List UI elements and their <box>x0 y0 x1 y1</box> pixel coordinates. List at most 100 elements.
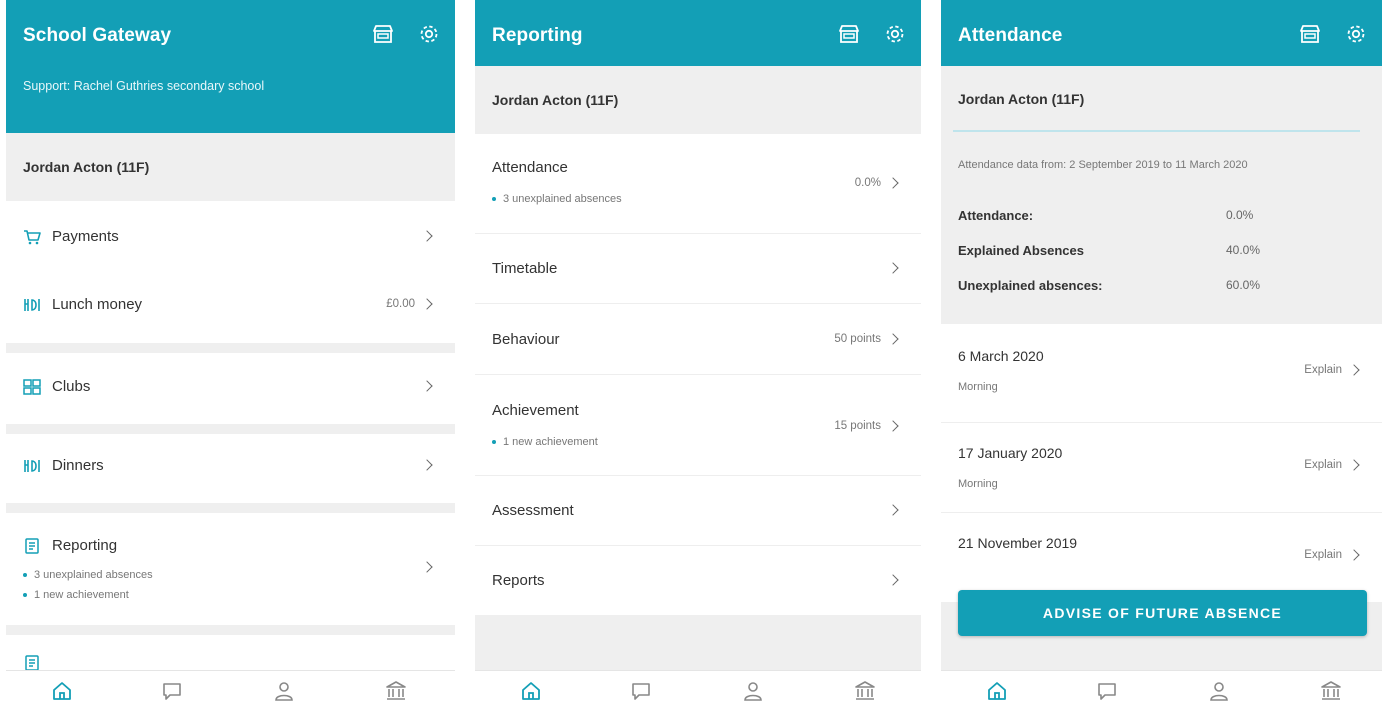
menu-item-timetable[interactable]: Timetable <box>475 233 921 303</box>
advise-future-absence-button[interactable]: ADVISE OF FUTURE ABSENCE <box>958 590 1367 636</box>
explain-link[interactable]: Explain <box>1304 459 1342 471</box>
person-icon[interactable] <box>1207 679 1231 703</box>
menu-item-assessment[interactable]: Assessment <box>475 475 921 545</box>
chevron-right-icon <box>421 459 433 471</box>
absence-date: 6 March 2020 <box>958 348 1044 364</box>
chat-icon[interactable] <box>160 679 184 703</box>
absence-date: 17 January 2020 <box>958 445 1063 461</box>
attendance-value: 0.0% <box>854 177 881 189</box>
absence-row[interactable]: 6 March 2020 Morning Explain <box>941 324 1382 422</box>
page-title: Reporting <box>492 25 583 46</box>
person-icon[interactable] <box>741 679 765 703</box>
menu-item-dinners[interactable]: Dinners <box>6 434 455 503</box>
behaviour-points: 50 points <box>834 333 881 345</box>
achievement-note: 1 new achievement <box>492 436 598 448</box>
menu-item-attendance[interactable]: Attendance 3 unexplained absences 0.0% <box>475 134 921 233</box>
student-name: Jordan Acton (11F) <box>6 133 455 201</box>
chevron-right-icon <box>421 230 433 242</box>
behaviour-label: Behaviour <box>492 331 560 348</box>
chevron-right-icon <box>421 561 433 573</box>
achievement-label: Achievement <box>492 402 579 419</box>
dinners-label: Dinners <box>52 457 104 474</box>
chevron-right-icon <box>887 333 899 345</box>
attendance-screen: Attendance Jordan Acton (11F) Attendance… <box>941 0 1382 713</box>
person-icon[interactable] <box>272 679 296 703</box>
student-name: Jordan Acton (11F) <box>475 66 921 134</box>
home-icon[interactable] <box>519 679 543 703</box>
app-title: School Gateway <box>23 25 172 46</box>
clubs-icon <box>23 379 41 395</box>
achievement-points: 15 points <box>834 420 881 432</box>
app-header: School Gateway Support: Rachel Guthries … <box>6 0 455 133</box>
chevron-right-icon <box>421 298 433 310</box>
stat-attendance: Attendance: 0.0% <box>958 208 1254 223</box>
explain-link[interactable]: Explain <box>1304 364 1342 376</box>
bottom-nav <box>941 670 1382 713</box>
reporting-screen: Reporting Jordan Acton (11F) Attendance … <box>475 0 921 713</box>
absence-date: 21 November 2019 <box>958 535 1078 551</box>
lunch-money-label: Lunch money <box>52 296 143 313</box>
chevron-right-icon <box>1348 364 1360 376</box>
menu-item-payments[interactable]: Payments <box>6 201 455 273</box>
clubs-label: Clubs <box>52 378 91 395</box>
absence-session: Morning <box>958 381 998 393</box>
report-icon <box>23 538 41 554</box>
menu-item-lunch-money[interactable]: Lunch money £0.00 <box>6 273 455 343</box>
gear-icon[interactable] <box>1344 22 1368 46</box>
stat-unexplained: Unexplained absences: 60.0% <box>958 278 1261 293</box>
gear-icon[interactable] <box>883 22 907 46</box>
chevron-right-icon <box>887 420 899 432</box>
menu-item-behaviour[interactable]: Behaviour 50 points <box>475 303 921 374</box>
chat-icon[interactable] <box>629 679 653 703</box>
chevron-right-icon <box>887 574 899 586</box>
cart-icon <box>23 229 41 245</box>
app-header: Attendance <box>941 0 1382 66</box>
chevron-right-icon <box>887 262 899 274</box>
chat-icon[interactable] <box>1095 679 1119 703</box>
menu-item-achievement[interactable]: Achievement 1 new achievement 15 points <box>475 374 921 475</box>
bottom-nav <box>475 670 921 713</box>
assessment-label: Assessment <box>492 502 574 519</box>
stat-explained: Explained Absences 40.0% <box>958 243 1261 258</box>
home-icon[interactable] <box>985 679 1009 703</box>
attendance-summary: Attendance data from: 2 September 2019 t… <box>941 132 1382 318</box>
gear-icon[interactable] <box>417 22 441 46</box>
timetable-label: Timetable <box>492 260 558 277</box>
chevron-right-icon <box>887 504 899 516</box>
absence-session: Morning <box>958 478 998 490</box>
chevron-right-icon <box>1348 549 1360 561</box>
payments-label: Payments <box>52 228 119 245</box>
attendance-note: 3 unexplained absences <box>492 193 622 205</box>
reporting-label: Reporting <box>52 537 118 554</box>
page-title: Attendance <box>958 25 1063 46</box>
school-icon[interactable] <box>1319 679 1343 703</box>
shop-icon[interactable] <box>837 22 861 46</box>
shop-icon[interactable] <box>1298 22 1322 46</box>
chevron-right-icon <box>1348 459 1360 471</box>
chevron-right-icon <box>421 380 433 392</box>
report-icon <box>23 655 41 671</box>
chevron-right-icon <box>887 177 899 189</box>
home-icon[interactable] <box>50 679 74 703</box>
absence-row[interactable]: 21 November 2019 Explain <box>941 512 1382 602</box>
menu-item-reports[interactable]: Reports <box>475 545 921 615</box>
support-school: Support: Rachel Guthries secondary schoo… <box>23 79 265 93</box>
reporting-note-absences: 3 unexplained absences <box>23 569 153 581</box>
reports-label: Reports <box>492 572 545 589</box>
school-gateway-screen: School Gateway Support: Rachel Guthries … <box>6 0 455 713</box>
lunch-money-balance: £0.00 <box>386 298 415 310</box>
menu-item-reporting[interactable]: Reporting 3 unexplained absences 1 new a… <box>6 513 455 625</box>
menu-item-clubs[interactable]: Clubs <box>6 353 455 424</box>
reporting-note-achievement: 1 new achievement <box>23 589 129 601</box>
shop-icon[interactable] <box>371 22 395 46</box>
student-name: Jordan Acton (11F) <box>941 66 1382 132</box>
school-icon[interactable] <box>853 679 877 703</box>
attendance-range: Attendance data from: 2 September 2019 t… <box>958 159 1248 171</box>
attendance-label: Attendance <box>492 159 568 176</box>
absence-row[interactable]: 17 January 2020 Morning Explain <box>941 422 1382 512</box>
school-icon[interactable] <box>384 679 408 703</box>
app-header: Reporting <box>475 0 921 66</box>
bottom-nav <box>6 670 455 713</box>
student-name-text: Jordan Acton (11F) <box>958 91 1085 107</box>
explain-link[interactable]: Explain <box>1304 549 1342 561</box>
